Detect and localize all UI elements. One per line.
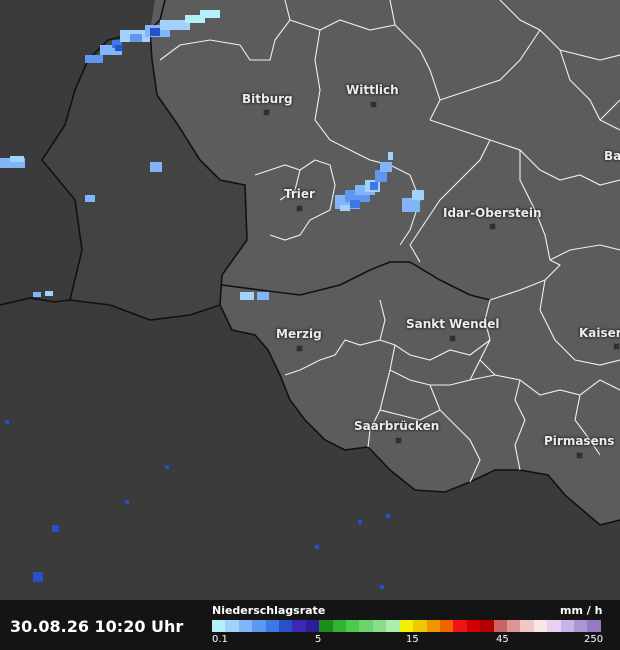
- legend-color-bar: [212, 620, 601, 632]
- legend-swatch-8: [319, 620, 333, 632]
- legend-swatch-14: [399, 620, 414, 632]
- legend-swatch-26: [560, 620, 574, 632]
- legend-tick-4: 250: [584, 634, 604, 645]
- legend-title: Niederschlagsrate: [212, 604, 326, 617]
- city-label-wittlich: Wittlich: [346, 83, 399, 97]
- city-label-trier: Trier: [284, 187, 315, 201]
- city-marker-merzig: [296, 345, 303, 352]
- city-marker-sankt-wendel: [449, 335, 456, 342]
- city-marker-wittlich: [370, 101, 377, 108]
- city-label-merzig: Merzig: [276, 327, 322, 341]
- legend-footer: 30.08.26 10:20 Uhr Niederschlagsrate mm …: [0, 600, 620, 650]
- timestamp-label: 30.08.26 10:20 Uhr: [10, 617, 184, 636]
- legend-tick-1: 5: [315, 634, 322, 645]
- city-label-ba: Ba: [604, 149, 620, 163]
- legend-swatch-20: [480, 620, 494, 632]
- legend-unit: mm / h: [560, 604, 603, 617]
- city-marker-kaisers: [613, 343, 620, 350]
- legend-tick-2: 15: [406, 634, 419, 645]
- legend-swatch-21: [493, 620, 507, 632]
- legend-swatch-22: [506, 620, 521, 632]
- city-marker-trier: [296, 205, 303, 212]
- city-label-sankt-wendel: Sankt Wendel: [406, 317, 500, 331]
- city-label-kaisers: Kaisers: [579, 326, 620, 340]
- legend-swatch-13: [386, 620, 400, 632]
- legend-swatch-2: [238, 620, 253, 632]
- legend-swatch-4: [265, 620, 280, 632]
- city-marker-bitburg: [263, 109, 270, 116]
- legend-swatch-3: [252, 620, 266, 632]
- legend-swatch-24: [533, 620, 548, 632]
- legend-swatch-0: [212, 620, 226, 632]
- city-label-bitburg: Bitburg: [242, 92, 293, 106]
- legend-swatch-9: [332, 620, 347, 632]
- legend-swatch-1: [225, 620, 239, 632]
- city-marker-idar-oberstein: [489, 223, 496, 230]
- legend-tick-0: 0.1: [212, 634, 228, 645]
- legend-swatch-15: [413, 620, 427, 632]
- legend-swatch-27: [573, 620, 588, 632]
- legend-swatch-11: [359, 620, 373, 632]
- legend-swatch-17: [439, 620, 454, 632]
- legend-swatch-5: [279, 620, 293, 632]
- legend-swatch-12: [372, 620, 387, 632]
- city-marker-pirmasens: [576, 452, 583, 459]
- legend-swatch-23: [520, 620, 534, 632]
- city-label-saarbruecken: Saarbrücken: [354, 419, 440, 433]
- legend-swatch-18: [453, 620, 467, 632]
- legend-swatch-7: [305, 620, 320, 632]
- legend-swatch-28: [587, 620, 601, 632]
- map-canvas: [0, 0, 620, 600]
- legend-swatch-10: [346, 620, 360, 632]
- city-label-idar-oberstein: Idar-Oberstein: [443, 206, 542, 220]
- legend-swatch-6: [292, 620, 306, 632]
- radar-map[interactable]: Bitburg Wittlich Trier Idar-Oberstein Me…: [0, 0, 620, 600]
- city-marker-saarbruecken: [395, 437, 402, 444]
- legend-swatch-16: [426, 620, 440, 632]
- city-label-pirmasens: Pirmasens: [544, 434, 615, 448]
- legend-tick-3: 45: [496, 634, 509, 645]
- legend-swatch-25: [547, 620, 561, 632]
- legend-swatch-19: [466, 620, 481, 632]
